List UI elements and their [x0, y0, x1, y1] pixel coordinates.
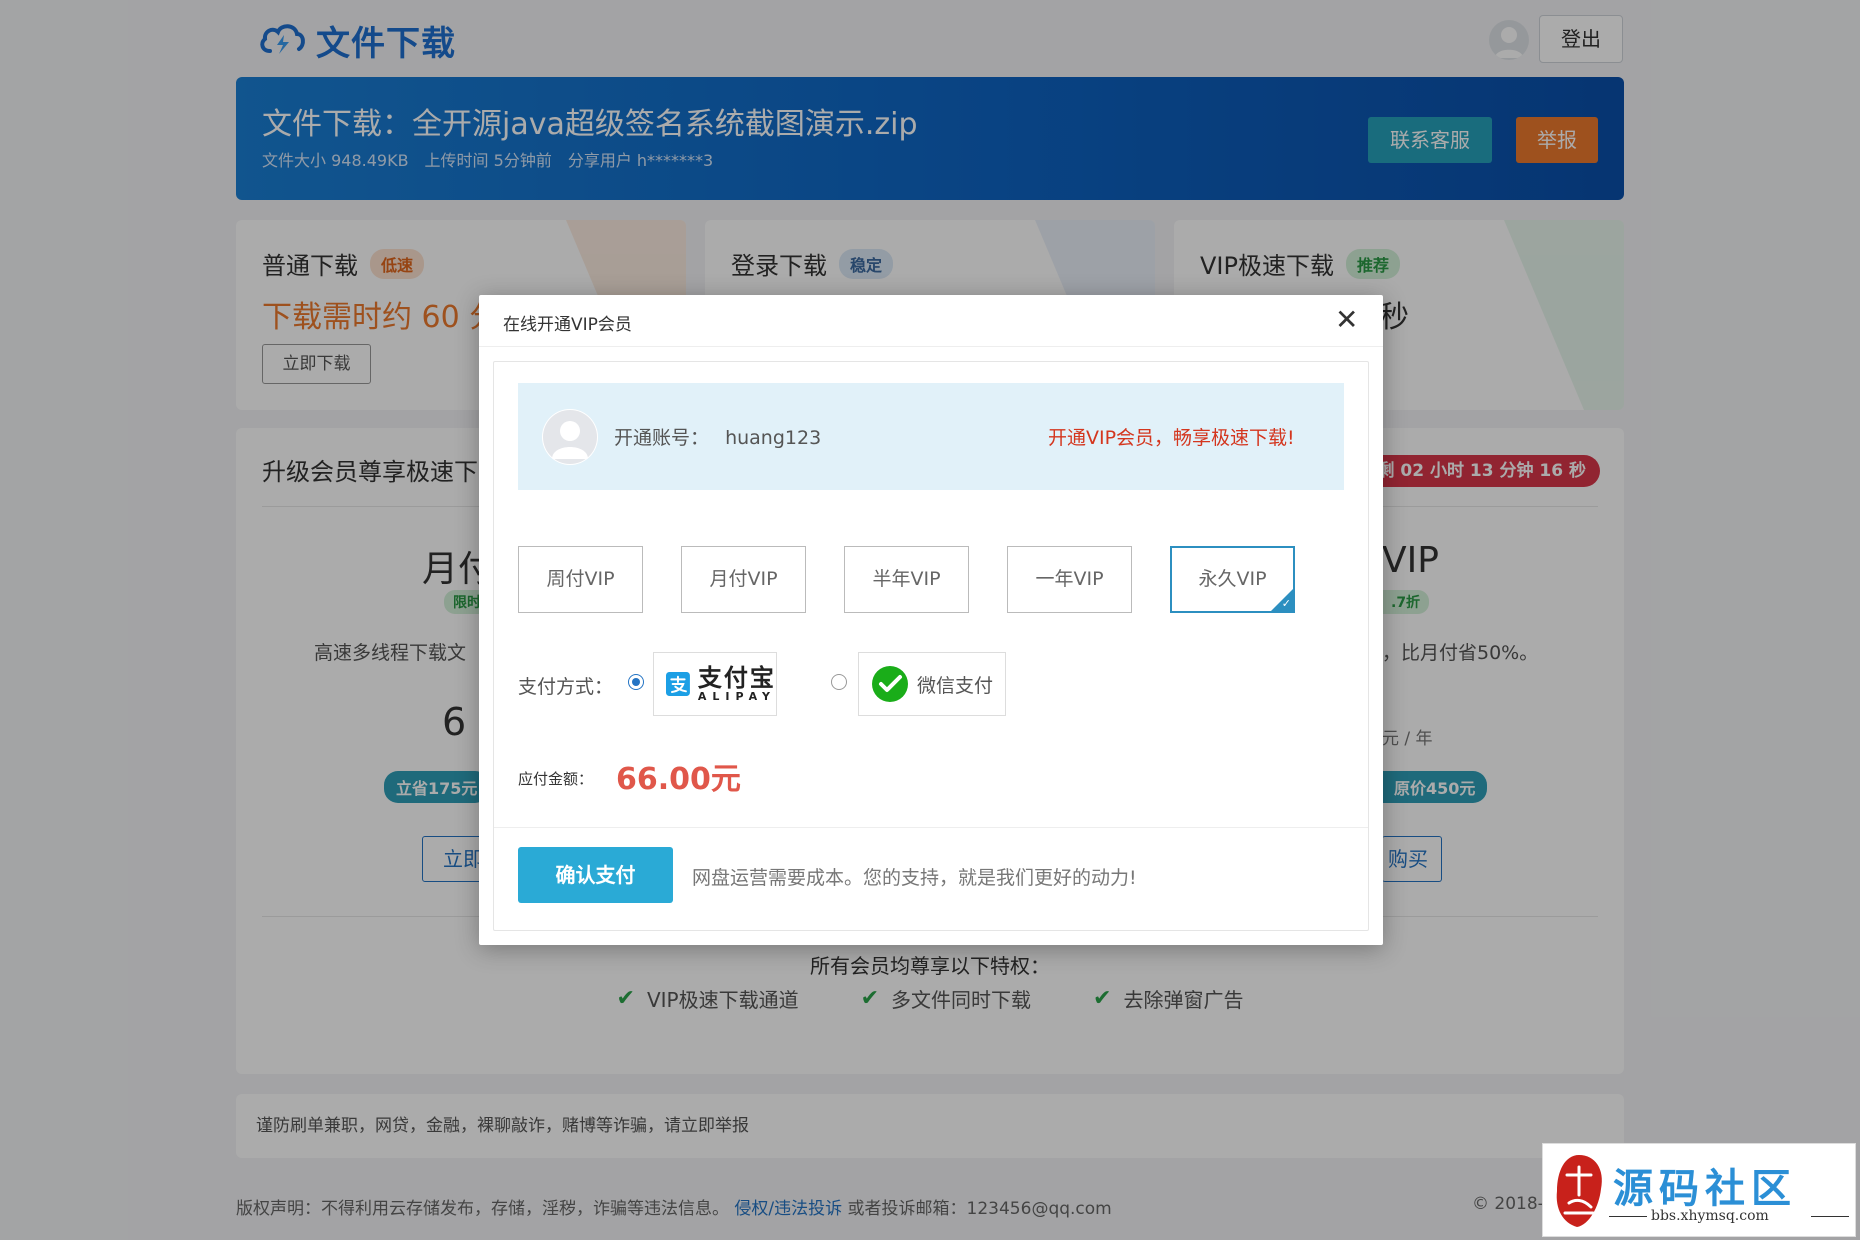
- modal-body: 开通账号： huang123 开通VIP会员，畅享极速下载! 周付VIP 月付V…: [493, 361, 1369, 931]
- account-info: 开通账号： huang123 开通VIP会员，畅享极速下载!: [518, 383, 1344, 490]
- close-icon[interactable]: ✕: [1335, 305, 1358, 335]
- amount-value: 66.00元: [616, 762, 741, 797]
- site-watermark: 源码社区 bbs.xhymsq.com: [1542, 1143, 1856, 1237]
- seal-logo: [1556, 1155, 1602, 1227]
- vip-option-monthly[interactable]: 月付VIP: [681, 546, 806, 613]
- vip-plan-options: 周付VIP 月付VIP 半年VIP 一年VIP 永久VIP ✓: [518, 546, 1295, 613]
- user-icon: [543, 410, 597, 464]
- promo-text: 开通VIP会员，畅享极速下载!: [1048, 427, 1295, 449]
- divider: [1811, 1216, 1849, 1217]
- support-note: 网盘运营需要成本。您的支持，就是我们更好的动力!: [692, 867, 1137, 889]
- option-label: 永久VIP: [1198, 568, 1267, 590]
- amount-label: 应付金额：: [518, 770, 594, 788]
- alipay-subtext: ALIPAY: [697, 690, 776, 703]
- vip-option-halfyear[interactable]: 半年VIP: [844, 546, 969, 613]
- vip-option-weekly[interactable]: 周付VIP: [518, 546, 643, 613]
- vip-option-lifetime[interactable]: 永久VIP ✓: [1170, 546, 1295, 613]
- modal-title: 在线开通VIP会员: [503, 315, 632, 335]
- vip-purchase-modal: 在线开通VIP会员 ✕ 开通账号： huang123 开通VIP会员，畅享极速下…: [479, 295, 1383, 945]
- account-name: huang123: [725, 427, 822, 449]
- alipay-name: 支付宝: [697, 664, 776, 692]
- modal-header: 在线开通VIP会员 ✕: [479, 295, 1383, 347]
- confirm-payment-button[interactable]: 确认支付: [518, 847, 673, 903]
- wechat-pay-label: 微信支付: [917, 674, 994, 697]
- check-icon: ✓: [1281, 597, 1291, 610]
- alipay-radio[interactable]: [628, 674, 644, 690]
- wechat-pay-option[interactable]: 微信支付: [858, 652, 1006, 716]
- wechat-pay-icon: [872, 666, 908, 702]
- divider: [494, 827, 1368, 828]
- payment-method-row: 支付方式： 支付宝 ALIPAY 微信支付: [518, 652, 1118, 716]
- wechat-radio[interactable]: [831, 674, 847, 690]
- account-label: 开通账号：: [614, 427, 710, 449]
- watermark-url: bbs.xhymsq.com: [1651, 1208, 1769, 1224]
- alipay-option[interactable]: 支付宝 ALIPAY: [653, 652, 777, 716]
- payment-label: 支付方式：: [518, 676, 614, 698]
- divider: [1609, 1216, 1647, 1217]
- avatar: [542, 409, 598, 465]
- watermark-text: 源码社区: [1613, 1165, 1797, 1212]
- alipay-icon: [666, 672, 690, 696]
- vip-option-yearly[interactable]: 一年VIP: [1007, 546, 1132, 613]
